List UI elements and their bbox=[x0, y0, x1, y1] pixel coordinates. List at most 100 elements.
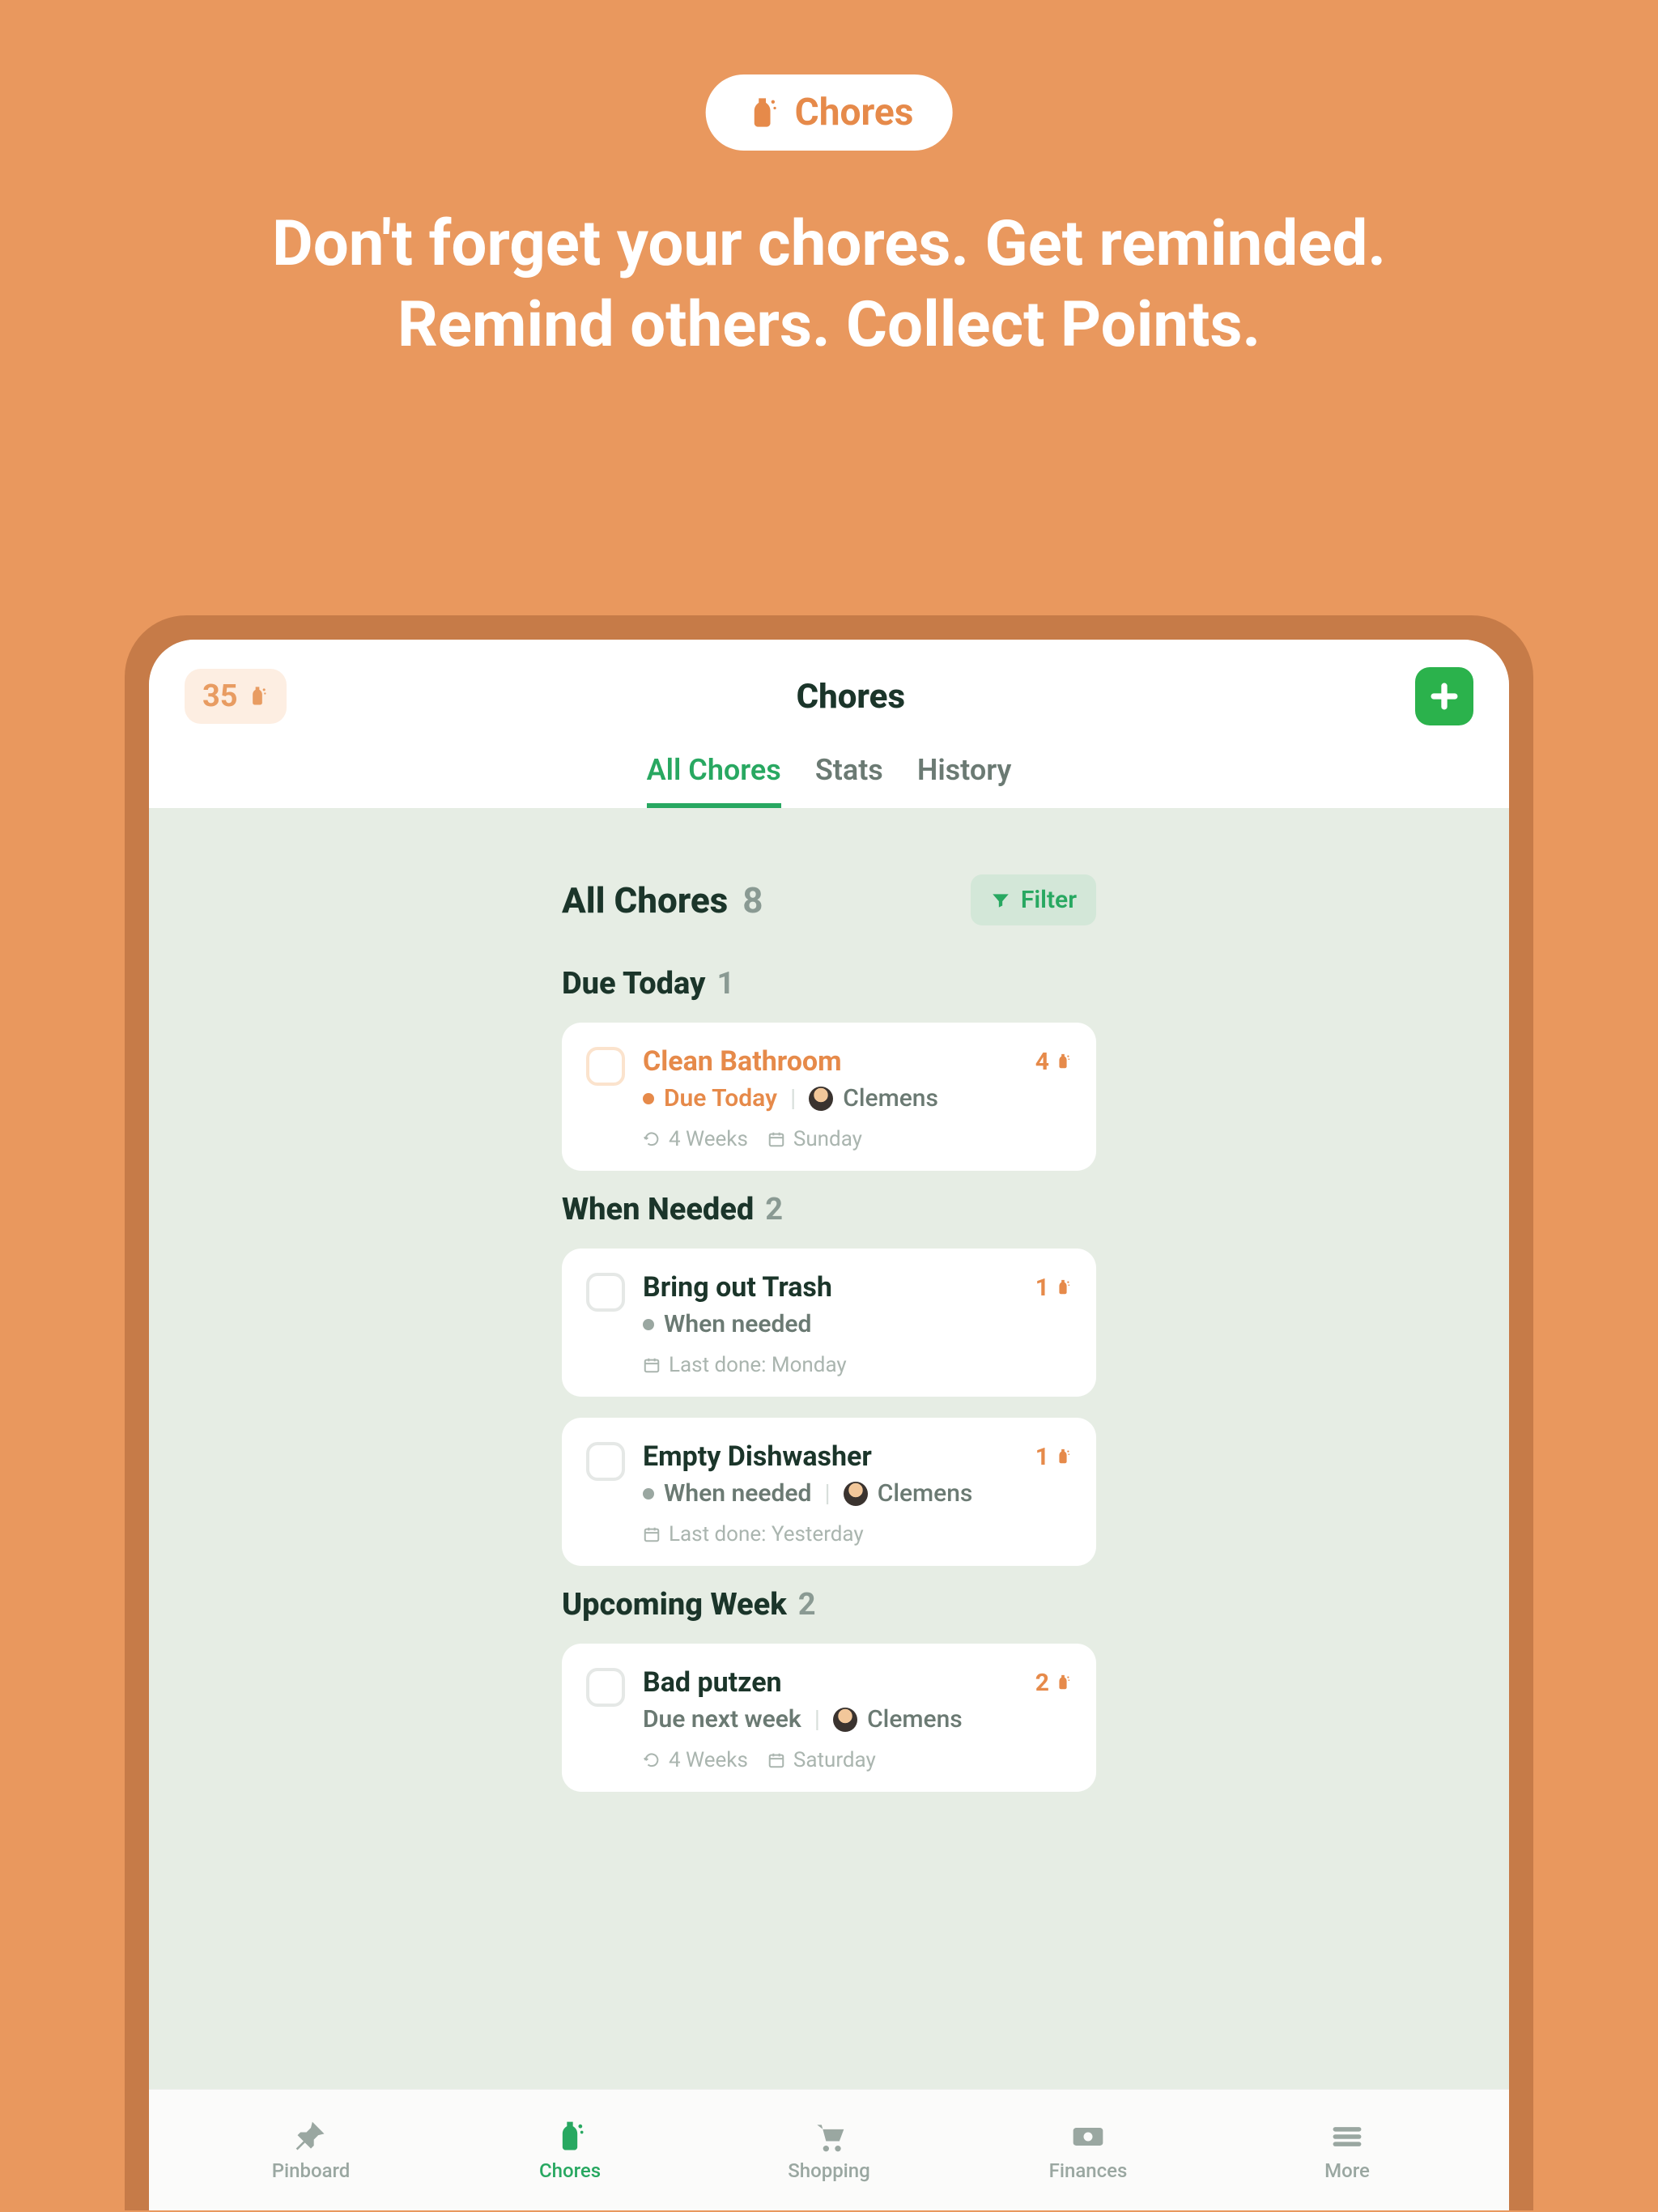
status-text: When needed bbox=[664, 1310, 811, 1338]
points-chip[interactable]: 35 bbox=[185, 669, 287, 724]
status-dot bbox=[643, 1319, 654, 1330]
bottle-icon bbox=[246, 685, 269, 708]
status-dot bbox=[643, 1093, 654, 1104]
separator: | bbox=[790, 1084, 796, 1112]
nav-label: More bbox=[1324, 2159, 1370, 2182]
group-header: Due Today 1 bbox=[562, 966, 1096, 1002]
status-text: When needed bbox=[664, 1479, 811, 1508]
tab-history[interactable]: History bbox=[917, 753, 1012, 808]
pin-icon bbox=[291, 2119, 331, 2155]
avatar bbox=[844, 1482, 868, 1506]
device-frame: 35 Chores All Chores Stats History bbox=[125, 615, 1533, 2210]
chore-card[interactable]: Bring out Trash 1 When needed Last done:… bbox=[562, 1249, 1096, 1397]
bottle-icon bbox=[1054, 1053, 1072, 1070]
group-count: 1 bbox=[716, 966, 734, 1002]
tabs: All Chores Stats History bbox=[185, 753, 1473, 808]
hero-chores-badge: Chores bbox=[706, 74, 953, 151]
top-bar-row: 35 Chores bbox=[185, 662, 1473, 730]
chore-checkbox[interactable] bbox=[586, 1442, 625, 1481]
all-chores-header: All Chores 8 bbox=[562, 879, 763, 921]
meta-row: Last done: Monday bbox=[643, 1353, 1072, 1377]
bottle-icon bbox=[745, 95, 780, 130]
chore-card[interactable]: Clean Bathroom 4 Due Today|Clemens 4 Wee… bbox=[562, 1023, 1096, 1171]
calendar-icon bbox=[643, 1356, 661, 1374]
chore-checkbox[interactable] bbox=[586, 1047, 625, 1086]
chore-points: 2 bbox=[1035, 1669, 1072, 1697]
tab-stats[interactable]: Stats bbox=[815, 753, 883, 808]
plus-icon bbox=[1426, 678, 1462, 714]
separator: | bbox=[824, 1479, 830, 1508]
cart-icon bbox=[809, 2119, 849, 2155]
nav-pinboard[interactable]: Pinboard bbox=[238, 2119, 384, 2182]
meta-item: Sunday bbox=[767, 1127, 862, 1151]
filter-label: Filter bbox=[1021, 886, 1077, 914]
chore-checkbox[interactable] bbox=[586, 1273, 625, 1312]
meta-text: 4 Weeks bbox=[669, 1127, 748, 1151]
group-title: Due Today bbox=[562, 966, 705, 1002]
meta-item: Last done: Yesterday bbox=[643, 1522, 864, 1546]
hero-headline: Don't forget your chores. Get reminded. … bbox=[262, 204, 1396, 366]
chore-title: Bring out Trash bbox=[643, 1271, 832, 1304]
repeat-icon bbox=[643, 1130, 661, 1148]
money-icon bbox=[1068, 2119, 1108, 2155]
avatar bbox=[809, 1087, 833, 1111]
top-bar: 35 Chores All Chores Stats History bbox=[149, 640, 1509, 808]
calendar-icon bbox=[643, 1525, 661, 1543]
nav-more[interactable]: More bbox=[1274, 2119, 1420, 2182]
assignee: Clemens bbox=[843, 1084, 938, 1112]
group-header: When Needed2 bbox=[562, 1192, 1096, 1227]
page-title: Chores bbox=[797, 677, 905, 717]
section-title: All Chores bbox=[562, 879, 728, 921]
bottle-icon bbox=[1054, 1448, 1072, 1465]
meta-row: 4 Weeks Sunday bbox=[643, 1127, 1072, 1151]
calendar-icon bbox=[767, 1751, 785, 1769]
status-row: When needed|Clemens bbox=[643, 1479, 1072, 1508]
group-count: 2 bbox=[798, 1587, 816, 1623]
nav-label: Pinboard bbox=[272, 2159, 351, 2182]
meta-text: Last done: Yesterday bbox=[669, 1522, 864, 1546]
assignee: Clemens bbox=[867, 1705, 963, 1733]
chore-title: Empty Dishwasher bbox=[643, 1440, 872, 1473]
status-row: Due Today | Clemens bbox=[643, 1084, 1072, 1112]
bottom-nav: Pinboard Chores Shopping Finances bbox=[149, 2089, 1509, 2210]
section-header: All Chores 8 Filter bbox=[562, 874, 1096, 925]
nav-shopping[interactable]: Shopping bbox=[756, 2119, 902, 2182]
repeat-icon bbox=[643, 1751, 661, 1769]
status-row: Due next week|Clemens bbox=[643, 1705, 1072, 1733]
nav-chores[interactable]: Chores bbox=[497, 2119, 643, 2182]
status-row: When needed bbox=[643, 1310, 1072, 1338]
meta-item: 4 Weeks bbox=[643, 1127, 748, 1151]
section-count: 8 bbox=[742, 879, 763, 921]
bottle-icon bbox=[1054, 1674, 1072, 1691]
meta-text: Saturday bbox=[793, 1748, 876, 1772]
app-screen: 35 Chores All Chores Stats History bbox=[149, 640, 1509, 2210]
status-text: Due Today bbox=[664, 1084, 777, 1112]
chore-card[interactable]: Empty Dishwasher 1 When needed|Clemens L… bbox=[562, 1418, 1096, 1566]
meta-item: 4 Weeks bbox=[643, 1748, 748, 1772]
chore-points: 1 bbox=[1035, 1274, 1072, 1302]
chore-checkbox[interactable] bbox=[586, 1668, 625, 1707]
meta-text: Sunday bbox=[793, 1127, 862, 1151]
chore-card[interactable]: Bad putzen 2 Due next week|Clemens 4 Wee… bbox=[562, 1644, 1096, 1792]
status-dot bbox=[643, 1488, 654, 1499]
nav-label: Shopping bbox=[788, 2159, 870, 2182]
meta-item: Saturday bbox=[767, 1748, 876, 1772]
hero-badge-label: Chores bbox=[795, 91, 914, 134]
filter-icon bbox=[990, 890, 1011, 911]
add-button[interactable] bbox=[1415, 667, 1473, 725]
meta-text: 4 Weeks bbox=[669, 1748, 748, 1772]
chore-points: 1 bbox=[1035, 1443, 1072, 1471]
meta-row: Last done: Yesterday bbox=[643, 1522, 1072, 1546]
bottle-icon bbox=[1054, 1278, 1072, 1296]
tab-all-chores[interactable]: All Chores bbox=[647, 753, 781, 808]
nav-finances[interactable]: Finances bbox=[1015, 2119, 1161, 2182]
menu-icon bbox=[1327, 2119, 1367, 2155]
status-text: Due next week bbox=[643, 1705, 801, 1733]
filter-button[interactable]: Filter bbox=[971, 874, 1096, 925]
avatar bbox=[833, 1708, 857, 1732]
group-title: When Needed bbox=[562, 1192, 754, 1227]
calendar-icon bbox=[767, 1130, 785, 1148]
nav-label: Chores bbox=[539, 2159, 601, 2182]
chore-title: Clean Bathroom bbox=[643, 1045, 842, 1078]
points-value: 35 bbox=[202, 678, 238, 714]
